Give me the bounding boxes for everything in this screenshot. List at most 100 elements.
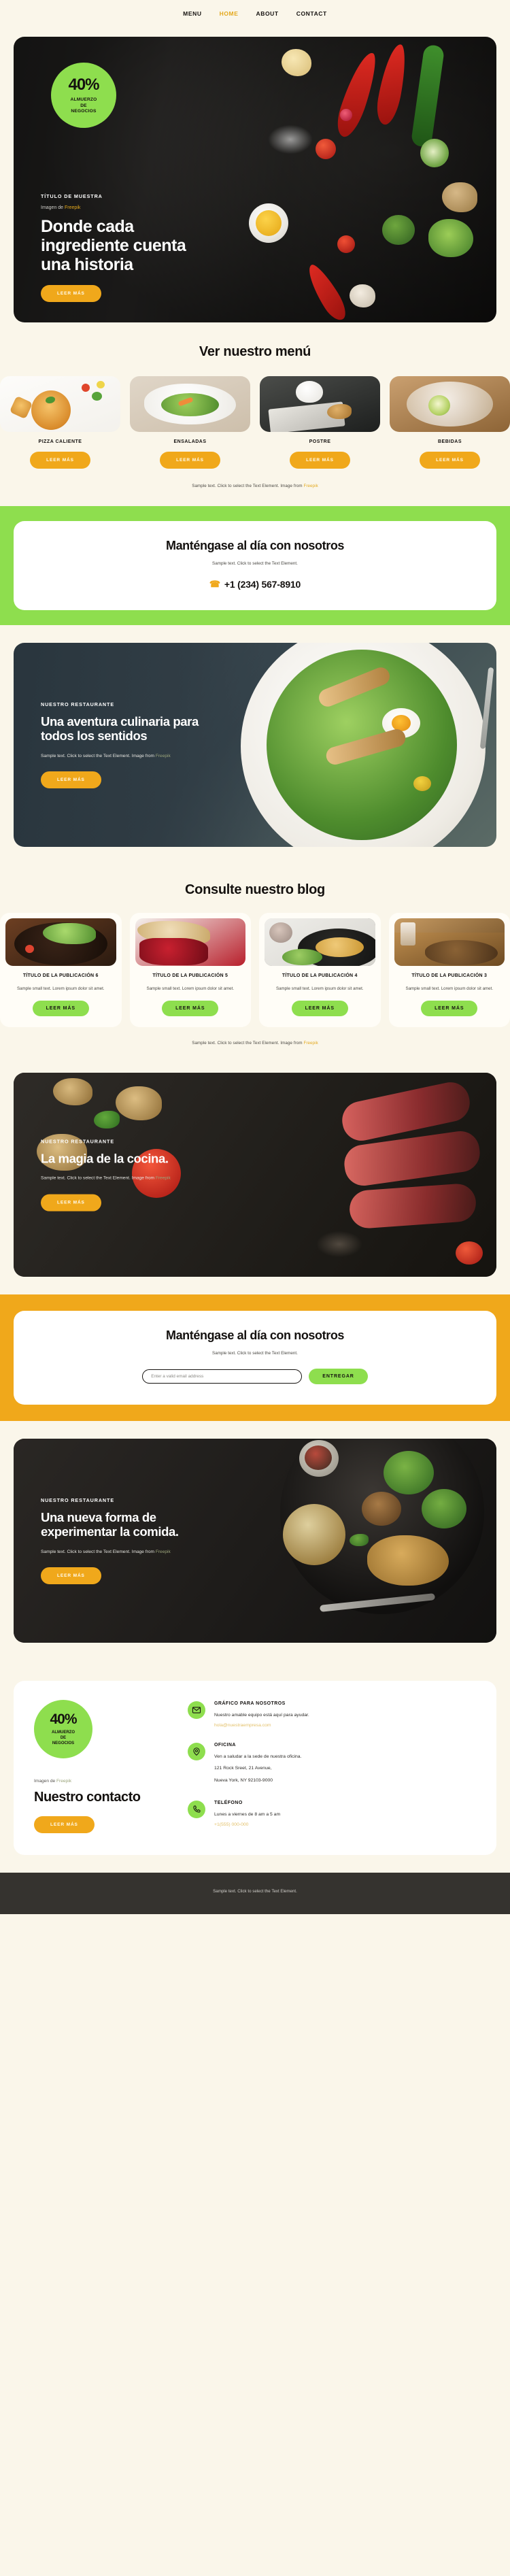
steak-read-more-button[interactable]: LEER MÁS [41, 1194, 101, 1211]
mint-decor [94, 1110, 120, 1128]
basil-leaf-decor [350, 1533, 369, 1546]
arugula-decor [282, 948, 322, 965]
red-pepper-decor-2 [373, 42, 410, 127]
blog-card[interactable]: TÍTULO DE LA PUBLICACIÓN 3 Sample small … [388, 912, 510, 1027]
steak-copy: NUESTRO RESTAURANTE La magia de la cocin… [41, 1139, 201, 1211]
broccoli-eyebrow: NUESTRO RESTAURANTE [41, 1496, 115, 1503]
contact-discount-percent: 40% [50, 1711, 77, 1728]
mortar-decor [269, 922, 292, 943]
menu-read-more-pizza[interactable]: LEER MÁS [30, 452, 90, 469]
contact-email-desc: Nuestro amable equipo está aquí para ayu… [214, 1712, 309, 1718]
menu-read-more-bebidas[interactable]: LEER MÁS [420, 452, 480, 469]
zucchini-slice-decor [420, 139, 449, 167]
water-glass-decor [401, 922, 416, 946]
contact-office-address-line1: 121 Rock Sreet, 21 Avenue, [214, 1765, 272, 1771]
freepik-link[interactable]: Freepik [65, 205, 80, 210]
menu-card-pizza[interactable]: PIZZA CALIENTE LEER MÁS [0, 376, 120, 469]
lime-slice-decor [428, 395, 450, 416]
contact-right-column: GRÁFICO PARA NOSOTROS Nuestro amable equ… [188, 1700, 476, 1833]
blog-read-more-button[interactable]: LEER MÁS [32, 1000, 89, 1016]
menu-card-ensaladas[interactable]: ENSALADAS LEER MÁS [130, 376, 250, 469]
hero-image-credit: Imagen de Freepik [41, 205, 218, 210]
email-input[interactable] [142, 1369, 303, 1384]
blog-read-more-button[interactable]: LEER MÁS [421, 1000, 478, 1016]
contact-email-link[interactable]: hola@nuestraempresa.com [214, 1723, 309, 1728]
contact-discount-badge: 40% ALMUERZO DE NEGOCIOS [34, 1699, 92, 1758]
hero-badge-line1: ALMUERZO [70, 97, 97, 102]
oil-liquid-decor [256, 210, 282, 236]
phone-icon: ☎ [209, 579, 220, 590]
freepik-link[interactable]: Freepik [156, 754, 171, 758]
noodles-decor [367, 1535, 449, 1586]
submit-button[interactable]: ENTREGAR [309, 1368, 368, 1384]
lettuce-decor [428, 219, 473, 257]
hero-discount-percent: 40% [68, 75, 99, 94]
contact-read-more-button[interactable]: LEER MÁS [34, 1816, 95, 1834]
page-footer: Sample text. Click to select the Text El… [0, 1873, 510, 1915]
potato-decor [442, 182, 477, 212]
contact-office-desc: Ven a saludar a la sede de nuestra ofici… [214, 1754, 302, 1760]
blog-card-text: Sample small text. Lorem ipsum dolor sit… [146, 986, 235, 992]
tomato-decor-1 [316, 139, 336, 159]
blog-read-more-button[interactable]: LEER MÁS [291, 1000, 348, 1016]
nav-item-about[interactable]: ABOUT [256, 10, 278, 17]
freepik-link[interactable]: Freepik [56, 1779, 71, 1784]
green-pepper-decor [91, 391, 102, 401]
green-newsletter-phone[interactable]: +1 (234) 567-8910 [224, 579, 301, 590]
steak-text: Sample text. Click to select the Text El… [41, 1175, 201, 1183]
nav-item-home[interactable]: HOME [220, 10, 239, 17]
menu-sample-note: Sample text. Click to select the Text El… [0, 484, 510, 488]
menu-thumb-ensaladas [130, 376, 250, 432]
nav-item-menu[interactable]: MENU [183, 10, 201, 17]
blog-sample-note: Sample text. Click to select the Text El… [0, 1041, 510, 1046]
contact-badge-line1: ALMUERZO [52, 1730, 75, 1735]
contact-phone-body: TELÉFONO Lunes a viernes de 8 am a 5 am … [214, 1801, 280, 1828]
menu-read-more-postre[interactable]: LEER MÁS [290, 452, 350, 469]
contact-left-column: 40% ALMUERZO DE NEGOCIOS Imagen de Freep… [34, 1699, 170, 1834]
contact-badge-line2: DE [60, 1736, 67, 1741]
contact-office-body: OFICINA Ven a saludar a la sede de nuest… [214, 1743, 301, 1785]
contact-discount-subtitle: ALMUERZO DE NEGOCIOS [52, 1730, 75, 1746]
contact-credit-prefix: Imagen de [34, 1778, 56, 1784]
contact-phone-title: TELÉFONO [214, 1800, 243, 1805]
menu-read-more-ensaladas[interactable]: LEER MÁS [160, 452, 220, 469]
berry-filling-decor [139, 938, 208, 965]
zucchini-decor [410, 44, 445, 148]
salad-read-more-button[interactable]: LEER MÁS [41, 771, 101, 788]
salad-eyebrow: NUESTRO RESTAURANTE [41, 701, 115, 707]
broccoli-decor-2 [422, 1488, 466, 1528]
contact-section: 40% ALMUERZO DE NEGOCIOS Imagen de Freep… [0, 1660, 510, 1873]
menu-card-grid: PIZZA CALIENTE LEER MÁS ENSALADAS LEER M… [0, 376, 510, 469]
hero-read-more-button[interactable]: LEER MÁS [41, 285, 101, 302]
mushroom-decor-2 [116, 1086, 162, 1120]
green-newsletter-phone-row[interactable]: ☎ +1 (234) 567-8910 [27, 579, 483, 590]
radish-decor [340, 109, 352, 121]
yellow-newsletter-title: Manténgase al día con nosotros [165, 1328, 345, 1342]
menu-card-postre[interactable]: POSTRE LEER MÁS [260, 376, 380, 469]
menu-section-title: Ver nuestro menú [199, 344, 311, 359]
location-pin-icon [188, 1743, 205, 1761]
blog-thumb [135, 918, 245, 966]
menu-label-postre: POSTRE [309, 439, 331, 444]
blog-card[interactable]: TÍTULO DE LA PUBLICACIÓN 5 Sample small … [129, 912, 251, 1027]
menu-card-bebidas[interactable]: BEBIDAS LEER MÁS [390, 376, 510, 469]
blog-card[interactable]: TÍTULO DE LA PUBLICACIÓN 6 Sample small … [0, 912, 122, 1027]
freepik-link[interactable]: Freepik [156, 1550, 171, 1554]
broccoli-read-more-button[interactable]: LEER MÁS [41, 1567, 101, 1584]
freepik-link[interactable]: Freepik [156, 1176, 171, 1181]
contact-phone-link[interactable]: +1(555) 000-000 [214, 1822, 280, 1827]
freepik-link[interactable]: Freepik [303, 484, 318, 488]
contact-badge-line3: NEGOCIOS [52, 1741, 75, 1746]
blog-card[interactable]: TÍTULO DE LA PUBLICACIÓN 4 Sample small … [259, 912, 381, 1027]
lemon-decor [96, 380, 105, 388]
peppercorns-decor [305, 1445, 332, 1470]
freepik-link[interactable]: Freepik [303, 1041, 318, 1046]
blog-card-title: TÍTULO DE LA PUBLICACIÓN 5 [152, 973, 228, 978]
contact-item-office: OFICINA Ven a saludar a la sede de nuest… [188, 1743, 476, 1785]
nav-item-contact[interactable]: CONTACT [296, 10, 327, 17]
footer-text: Sample text. Click to select the Text El… [213, 1889, 297, 1894]
feature-banner-broccoli: NUESTRO RESTAURANTE Una nueva forma de e… [14, 1438, 496, 1643]
blog-read-more-button[interactable]: LEER MÁS [162, 1000, 219, 1016]
contact-item-phone: TELÉFONO Lunes a viernes de 8 am a 5 am … [188, 1800, 476, 1828]
contact-card: 40% ALMUERZO DE NEGOCIOS Imagen de Freep… [14, 1680, 496, 1856]
